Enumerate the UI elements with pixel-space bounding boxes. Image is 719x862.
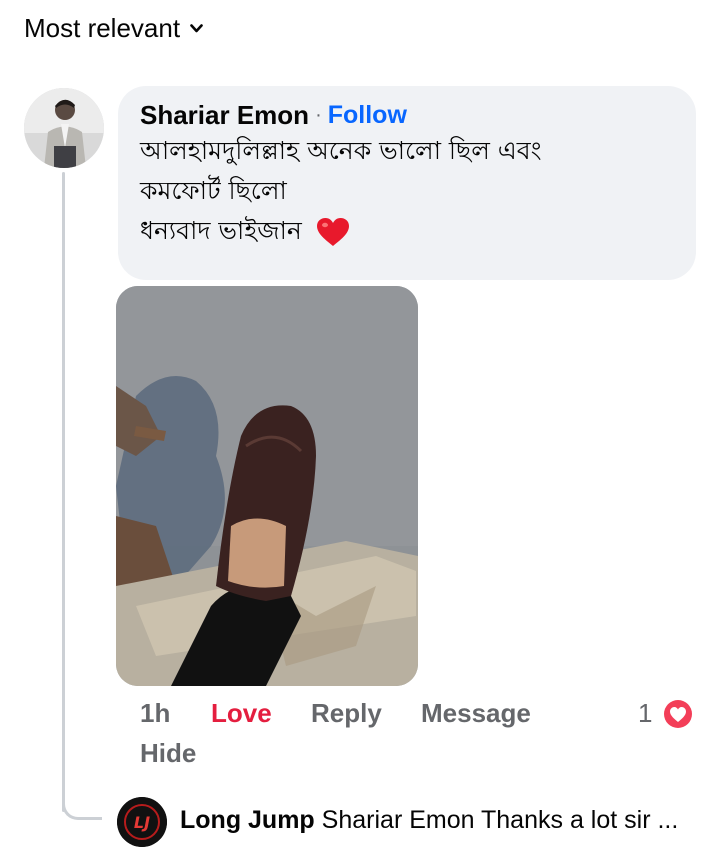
hide-button[interactable]: Hide <box>140 738 196 769</box>
reaction-count[interactable]: 1 <box>638 698 652 729</box>
sort-dropdown[interactable]: Most relevant <box>24 8 203 48</box>
comment-actions: 1h Love Reply Message 1 <box>140 698 700 734</box>
comment-photo[interactable] <box>116 286 418 686</box>
timestamp[interactable]: 1h <box>140 698 170 729</box>
thread-connector <box>62 790 102 820</box>
follow-button[interactable]: Follow <box>328 101 407 130</box>
comment-bubble: Shariar Emon · Follow আলহামদুলিল্লাহ অনে… <box>118 86 696 280</box>
reply-button[interactable]: Reply <box>311 698 382 729</box>
chevron-down-icon <box>190 23 203 32</box>
avatar[interactable] <box>24 88 104 168</box>
love-button[interactable]: Love <box>211 698 272 729</box>
reply-author[interactable]: Long Jump <box>180 806 315 834</box>
reply-avatar[interactable]: LJ <box>117 797 167 847</box>
user-avatar-image <box>24 88 104 168</box>
comment-text-line: কমফোর্ট ছিলো <box>140 176 287 205</box>
comment-author[interactable]: Shariar Emon <box>140 100 309 131</box>
comment-text-line: আলহামদুলিল্লাহ অনেক ভালো ছিল এবং <box>140 136 542 165</box>
shoe-photo-image <box>116 286 418 686</box>
heart-emoji-icon <box>316 218 349 246</box>
comment-text-line: ধন্যবাদ ভাইজান <box>140 216 302 245</box>
long-jump-logo-icon: LJ <box>117 797 167 847</box>
message-button[interactable]: Message <box>421 698 531 729</box>
thread-line <box>62 172 65 812</box>
love-reaction-icon[interactable] <box>661 697 695 731</box>
svg-text:LJ: LJ <box>134 813 150 832</box>
reply-text: Shariar Emon Thanks a lot sir ... <box>321 806 679 834</box>
sort-label: Most relevant <box>24 12 181 43</box>
reply-preview[interactable]: Long Jump Shariar Emon Thanks a lot sir … <box>180 806 678 835</box>
separator-dot: · <box>315 104 322 126</box>
